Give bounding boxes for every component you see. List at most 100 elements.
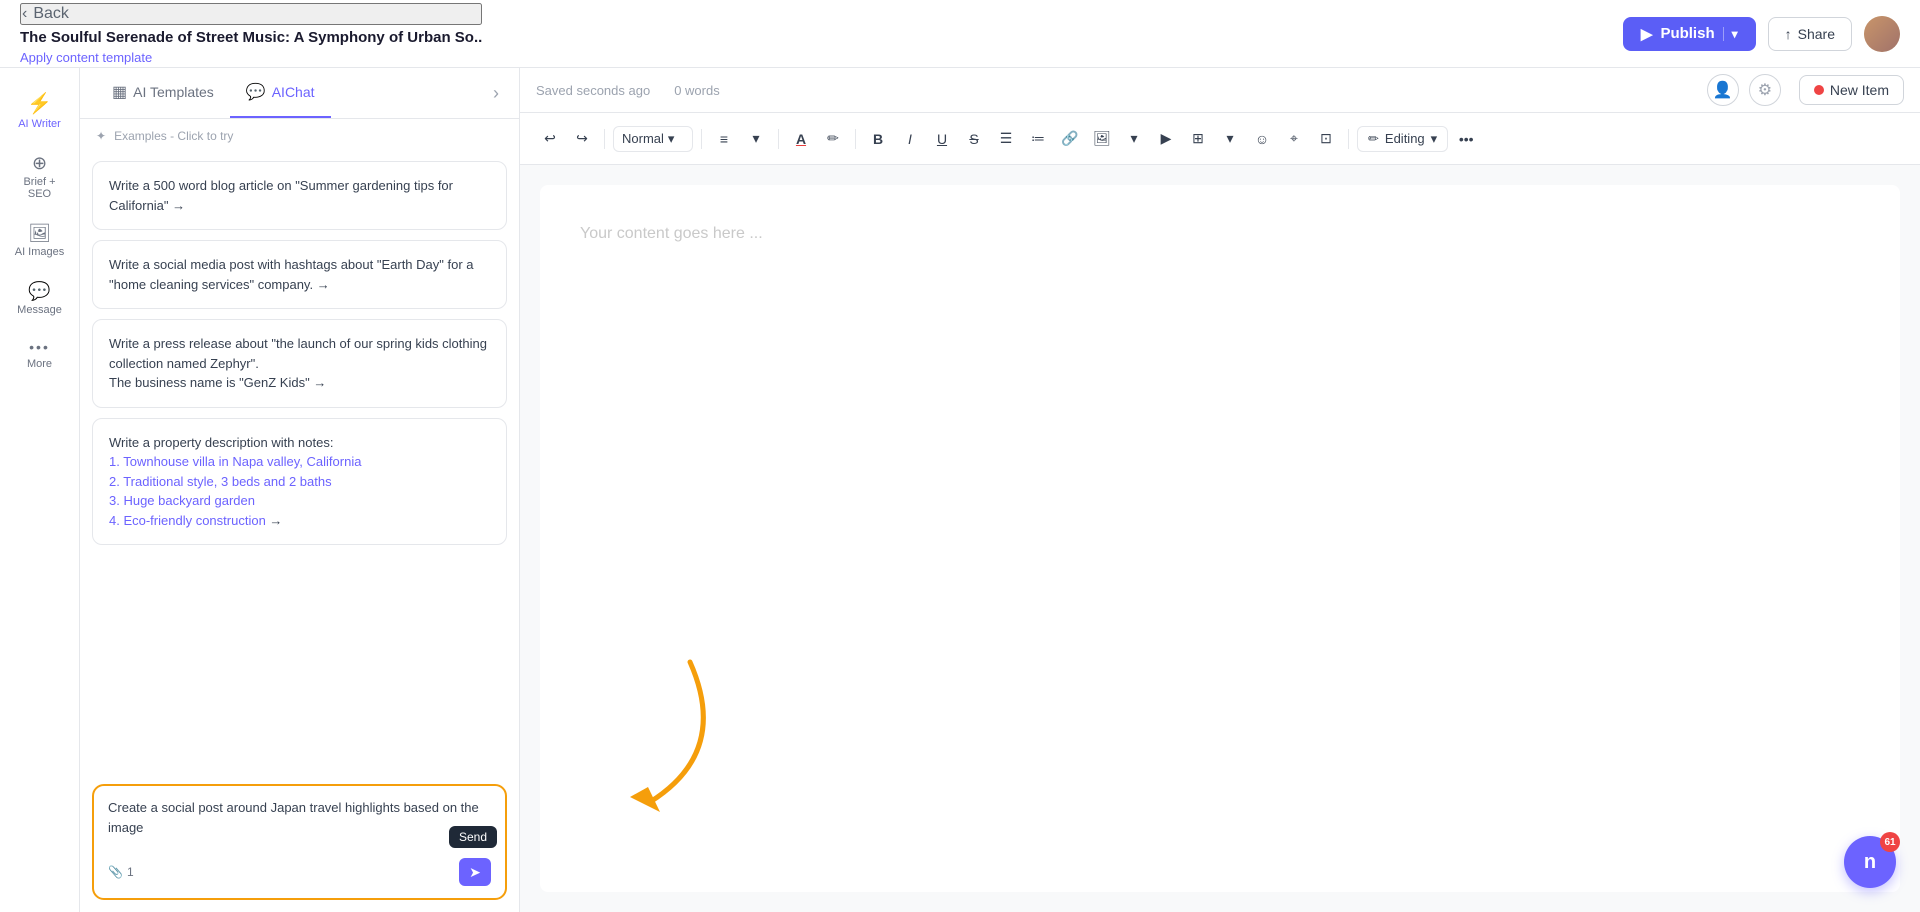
undo-button[interactable]: ↩	[536, 125, 564, 153]
ai-templates-icon: ▦	[112, 82, 127, 102]
avatar[interactable]	[1864, 16, 1900, 52]
more-icon: •••	[29, 340, 50, 354]
ai-chat-icon: 💬	[246, 82, 266, 102]
align-button[interactable]: ≡	[710, 125, 738, 153]
share-button[interactable]: ↑ Share	[1768, 17, 1852, 51]
list-item[interactable]: Write a social media post with hashtags …	[92, 240, 507, 309]
sidebar-label-ai-writer: AI Writer	[18, 118, 61, 130]
template-text: Write a property description with notes:…	[109, 433, 490, 531]
send-button[interactable]: ➤	[459, 858, 491, 886]
toolbar-divider-4	[855, 129, 856, 149]
examples-header: ✦ Examples - Click to try	[80, 119, 519, 153]
ai-templates-label: AI Templates	[133, 84, 214, 100]
publish-dropdown-icon: ▾	[1723, 27, 1738, 41]
underline-button[interactable]: U	[928, 125, 956, 153]
content-placeholder: Your content goes here ...	[580, 225, 763, 242]
panel-collapse-button[interactable]: ›	[489, 79, 503, 108]
collaborators-button[interactable]: 👤	[1707, 74, 1739, 106]
toolbar-divider-3	[778, 129, 779, 149]
chat-support-icon: n	[1864, 851, 1876, 874]
send-tooltip-wrapper: Send ➤	[459, 858, 491, 886]
list-item[interactable]: Write a press release about "the launch …	[92, 319, 507, 408]
back-label: Back	[33, 5, 69, 23]
redo-button[interactable]: ↪	[568, 125, 596, 153]
sidebar-item-message[interactable]: 💬 Message	[6, 272, 74, 326]
word-count: 0 words	[674, 83, 720, 98]
format-label: Normal	[622, 131, 664, 146]
tab-ai-chat[interactable]: 💬 AIChat	[230, 68, 331, 118]
main-layout: ⚡ AI Writer ⊕ Brief + SEO 🖼 AI Images 💬 …	[0, 68, 1920, 912]
header-right: ▶ Publish ▾ ↑ Share	[1623, 16, 1900, 52]
format-select[interactable]: Normal ▾	[613, 126, 693, 152]
input-area: Create a social post around Japan travel…	[80, 776, 519, 912]
share-icon: ↑	[1785, 26, 1792, 42]
back-arrow-icon: ‹	[22, 5, 27, 23]
editor-top-bar: Saved seconds ago 0 words 👤 ⚙ New Item	[520, 68, 1920, 113]
publish-button[interactable]: ▶ Publish ▾	[1623, 17, 1756, 51]
list-item[interactable]: Write a 500 word blog article on "Summer…	[92, 161, 507, 230]
text-color-button[interactable]: A	[787, 125, 815, 153]
template-text: Write a 500 word blog article on "Summer…	[109, 178, 453, 213]
toolbar-divider-5	[1348, 129, 1349, 149]
sidebar-item-brief-seo[interactable]: ⊕ Brief + SEO	[6, 144, 74, 210]
more-options-button[interactable]: •••	[1452, 125, 1480, 153]
special-char-button[interactable]: ⌖	[1280, 125, 1308, 153]
left-sidebar: ⚡ AI Writer ⊕ Brief + SEO 🖼 AI Images 💬 …	[0, 68, 80, 912]
table-button[interactable]: ⊞	[1184, 125, 1212, 153]
settings-button[interactable]: ⚙	[1749, 74, 1781, 106]
chat-badge: 61	[1880, 832, 1900, 852]
share-label: Share	[1798, 26, 1835, 42]
ai-images-icon: 🖼	[28, 224, 51, 242]
ordered-list-button[interactable]: ≔	[1024, 125, 1052, 153]
new-item-button[interactable]: New Item	[1799, 75, 1904, 105]
sidebar-item-ai-images[interactable]: 🖼 AI Images	[6, 214, 74, 268]
sidebar-item-ai-writer[interactable]: ⚡ AI Writer	[6, 84, 74, 140]
saved-status: Saved seconds ago	[536, 83, 650, 98]
bullet-list-button[interactable]: ☰	[992, 125, 1020, 153]
image-dropdown-button[interactable]: ▾	[1120, 125, 1148, 153]
list-item[interactable]: Write a property description with notes:…	[92, 418, 507, 546]
publish-play-icon: ▶	[1641, 25, 1653, 43]
avatar-image	[1864, 16, 1900, 52]
template-text: Write a press release about "the launch …	[109, 336, 487, 390]
send-icon: ➤	[469, 864, 481, 881]
editor-status-bar: Saved seconds ago 0 words	[536, 83, 732, 98]
ai-panel: ▦ AI Templates 💬 AIChat › ✦ Examples - C…	[80, 68, 520, 912]
ai-panel-tabs: ▦ AI Templates 💬 AIChat	[96, 68, 331, 118]
bold-button[interactable]: B	[864, 125, 892, 153]
back-button[interactable]: ‹ Back	[20, 3, 482, 25]
emoji-button[interactable]: ☺	[1248, 125, 1276, 153]
format-dropdown-icon: ▾	[668, 131, 675, 147]
toolbar-divider-2	[701, 129, 702, 149]
link-button[interactable]: 🔗	[1056, 125, 1084, 153]
table-dropdown-button[interactable]: ▾	[1216, 125, 1244, 153]
sidebar-item-more[interactable]: ••• More	[6, 330, 74, 380]
editor-content[interactable]: Your content goes here ...	[540, 185, 1900, 892]
ai-panel-header: ▦ AI Templates 💬 AIChat ›	[80, 68, 519, 119]
play-button[interactable]: ▶	[1152, 125, 1180, 153]
apply-template-link[interactable]: Apply content template	[20, 50, 482, 65]
image-button[interactable]: 🖼	[1088, 125, 1116, 153]
sidebar-label-more: More	[27, 358, 52, 370]
lightning-icon: ⚡	[27, 94, 52, 114]
highlight-button[interactable]: ✏	[819, 125, 847, 153]
header-left: ‹ Back The Soulful Serenade of Street Mu…	[20, 3, 482, 65]
template-text: Write a social media post with hashtags …	[109, 257, 474, 292]
tab-ai-templates[interactable]: ▦ AI Templates	[96, 68, 230, 118]
chat-support-button[interactable]: n 61	[1844, 836, 1896, 888]
input-footer: 📎 1 Send ➤	[108, 858, 491, 886]
editing-pencil-icon: ✏	[1368, 131, 1379, 147]
chat-input-field[interactable]: Create a social post around Japan travel…	[108, 798, 491, 848]
gear-icon: ⚙	[1758, 80, 1772, 100]
align-dropdown-button[interactable]: ▾	[742, 125, 770, 153]
italic-button[interactable]: I	[896, 125, 924, 153]
send-tooltip: Send	[449, 826, 497, 848]
editing-indicator[interactable]: ✏ Editing ▾	[1357, 126, 1448, 152]
editor-toolbar: ↩ ↪ Normal ▾ ≡ ▾ A ✏ B I U S ☰ ≔ 🔗 🖼 ▾ ▶…	[520, 113, 1920, 165]
doc-title: The Soulful Serenade of Street Music: A …	[20, 29, 482, 46]
indent-button[interactable]: ⊡	[1312, 125, 1340, 153]
toolbar-right-icons: 👤 ⚙ New Item	[1707, 74, 1904, 106]
send-area: Send ➤	[459, 858, 491, 886]
template-list: Write a 500 word blog article on "Summer…	[80, 153, 519, 776]
strikethrough-button[interactable]: S	[960, 125, 988, 153]
